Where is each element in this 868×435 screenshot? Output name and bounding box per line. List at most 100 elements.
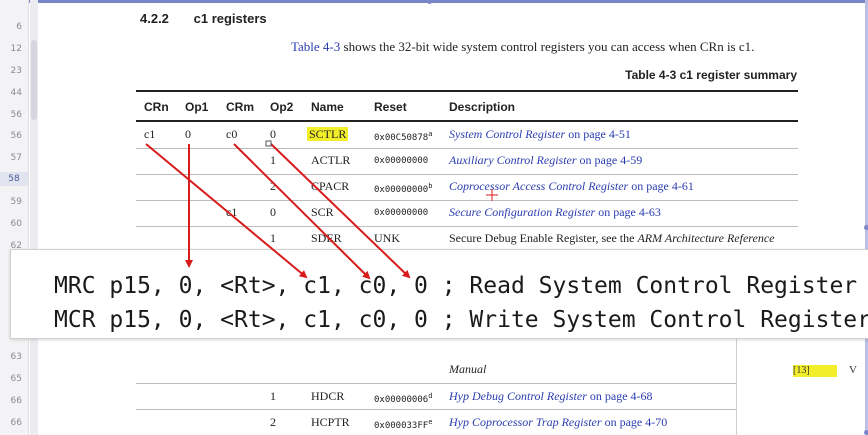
gutter-line-number: 59 (10, 197, 22, 207)
gutter-line-number: 60 (10, 219, 22, 229)
description-link[interactable]: Auxiliary Control Register (449, 153, 577, 167)
table-reference-link[interactable]: Table 4-3 (291, 39, 340, 54)
gutter-line-number: 66 (10, 396, 22, 406)
reset-footnote: d (428, 392, 433, 400)
section-number: 4.2.2 (140, 11, 169, 26)
reset-value: 0x00000006 (374, 395, 429, 405)
cell-op1: 0 (185, 127, 191, 141)
reset-value: 0x00000000 (374, 156, 429, 166)
cell-name: HDCR (311, 389, 345, 403)
row-divider (136, 409, 798, 410)
reset-footnote: b (428, 182, 433, 190)
cell-reset: UNK (374, 231, 400, 245)
right-pane-label: V (849, 364, 857, 376)
table-caption: Table 4-3 c1 register summary (625, 68, 797, 82)
description-page-ref[interactable]: on page 4-68 (587, 389, 653, 403)
column-header-name: Name (311, 100, 344, 114)
reset-footnote: e (428, 418, 433, 426)
cell-crn: c1 (144, 127, 156, 141)
description-text: Secure Debug Enable Register, see the (449, 231, 638, 245)
cell-op2: 2 (270, 415, 276, 429)
cell-reset: 0x000033FFe (374, 418, 432, 431)
cell-name: SCR (311, 205, 334, 219)
description-page-ref[interactable]: on page 4-51 (565, 127, 631, 141)
cell-op2: 0 (270, 205, 276, 219)
line-number-gutter: 6 12 23 44 56 56 57 58 59 60 62 63 65 66… (0, 0, 29, 435)
gutter-line-number: 6 (16, 22, 22, 32)
highlight-note: [13] (793, 365, 837, 377)
gutter-line-number: 65 (10, 374, 22, 384)
gutter-line-number: 56 (10, 110, 22, 120)
thumbnail-strip[interactable] (30, 0, 38, 435)
intro-paragraph: Table 4-3 shows the 32-bit wide system c… (291, 39, 754, 55)
cell-crm: c0 (226, 127, 238, 141)
description-link[interactable]: System Control Register (449, 127, 565, 141)
cell-name: SCTLR (307, 127, 349, 142)
cell-description: System Control Register on page 4-51 (449, 127, 631, 142)
intro-text: shows the 32-bit wide system control reg… (340, 39, 755, 54)
description-page-ref[interactable]: on page 4-59 (577, 153, 643, 167)
reset-value: 0x00C50878 (374, 133, 429, 143)
table-header-rule (136, 120, 798, 122)
resize-handle-right-top[interactable] (864, 225, 868, 230)
cell-reset: 0x00000000 (374, 156, 428, 166)
column-header-op2: Op2 (270, 100, 294, 114)
cell-description: Auxiliary Control Register on page 4-59 (449, 153, 642, 168)
description-link[interactable]: Secure Configuration Register (449, 205, 595, 219)
cell-reset: 0x00000006d (374, 392, 432, 405)
gutter-line-number: 23 (10, 66, 22, 76)
description-link[interactable]: Coprocessor Access Control Register (449, 179, 628, 193)
description-link[interactable]: Hyp Debug Control Register (449, 389, 587, 403)
cell-description: Hyp Coprocessor Trap Register on page 4-… (449, 415, 667, 430)
gutter-line-number: 66 (10, 418, 22, 428)
column-header-description: Description (449, 100, 516, 114)
reset-value: 0x00000000 (374, 185, 429, 195)
cell-name: SDER (311, 231, 342, 245)
row-divider (136, 200, 798, 201)
cell-reset: 0x00000000b (374, 182, 432, 195)
cell-op2: 1 (270, 389, 276, 403)
description-page-ref[interactable]: on page 4-63 (595, 205, 661, 219)
gutter-line-number-active: 58 (0, 172, 28, 186)
gutter-line-number: 12 (10, 44, 22, 54)
crosshair-cursor-icon (486, 188, 498, 201)
cell-name: CPACR (311, 179, 350, 193)
zoomed-code-overlay: MRC p15, 0, <Rt>, c1, c0, 0 ; Read Syste… (10, 249, 868, 339)
description-book-title: ARM Architecture Reference (637, 231, 775, 245)
thumbnail-scroll-thumb[interactable] (31, 40, 37, 120)
cell-description: Secure Configuration Register on page 4-… (449, 205, 661, 220)
table-top-rule (136, 90, 798, 92)
gutter-line-number: 63 (10, 352, 22, 362)
reset-footnote: a (428, 130, 433, 138)
code-line-write: MCR p15, 0, <Rt>, c1, c0, 0 ; Write Syst… (54, 307, 868, 333)
description-book-title: Manual (449, 362, 487, 376)
cell-name: HCPTR (311, 415, 350, 429)
row-divider (136, 383, 798, 384)
column-header-crn: CRn (144, 100, 169, 114)
cell-description: Hyp Debug Control Register on page 4-68 (449, 389, 653, 404)
cell-crm: c1 (226, 205, 238, 219)
resize-handle-right-bottom[interactable] (864, 430, 868, 435)
row-divider (136, 226, 798, 227)
gutter-line-number: 44 (10, 88, 22, 98)
column-header-crm: CRm (226, 100, 255, 114)
description-link[interactable]: Hyp Coprocessor Trap Register (449, 415, 602, 429)
highlighted-register-name: SCTLR (307, 127, 349, 141)
description-page-ref[interactable]: on page 4-61 (628, 179, 694, 193)
code-line-read: MRC p15, 0, <Rt>, c1, c0, 0 ; Read Syste… (54, 273, 858, 299)
cell-reset: 0x00000000 (374, 208, 428, 218)
cell-op2: 2 (270, 179, 276, 193)
cell-name: ACTLR (311, 153, 351, 167)
cell-reset: 0x00C50878a (374, 130, 432, 143)
description-page-ref[interactable]: on page 4-70 (602, 415, 668, 429)
right-side-pane: [13] V (736, 337, 863, 435)
column-header-reset: Reset (374, 100, 407, 114)
gutter-line-number: 57 (10, 153, 22, 163)
reset-value: 0x00000000 (374, 208, 429, 218)
cell-op2: 1 (270, 231, 276, 245)
cell-op2: 1 (270, 153, 276, 167)
cell-description-continuation: Manual (449, 362, 486, 377)
reset-value: 0x000033FF (374, 421, 429, 431)
cell-description: Secure Debug Enable Register, see the AR… (449, 231, 775, 246)
section-title: c1 registers (193, 11, 267, 26)
